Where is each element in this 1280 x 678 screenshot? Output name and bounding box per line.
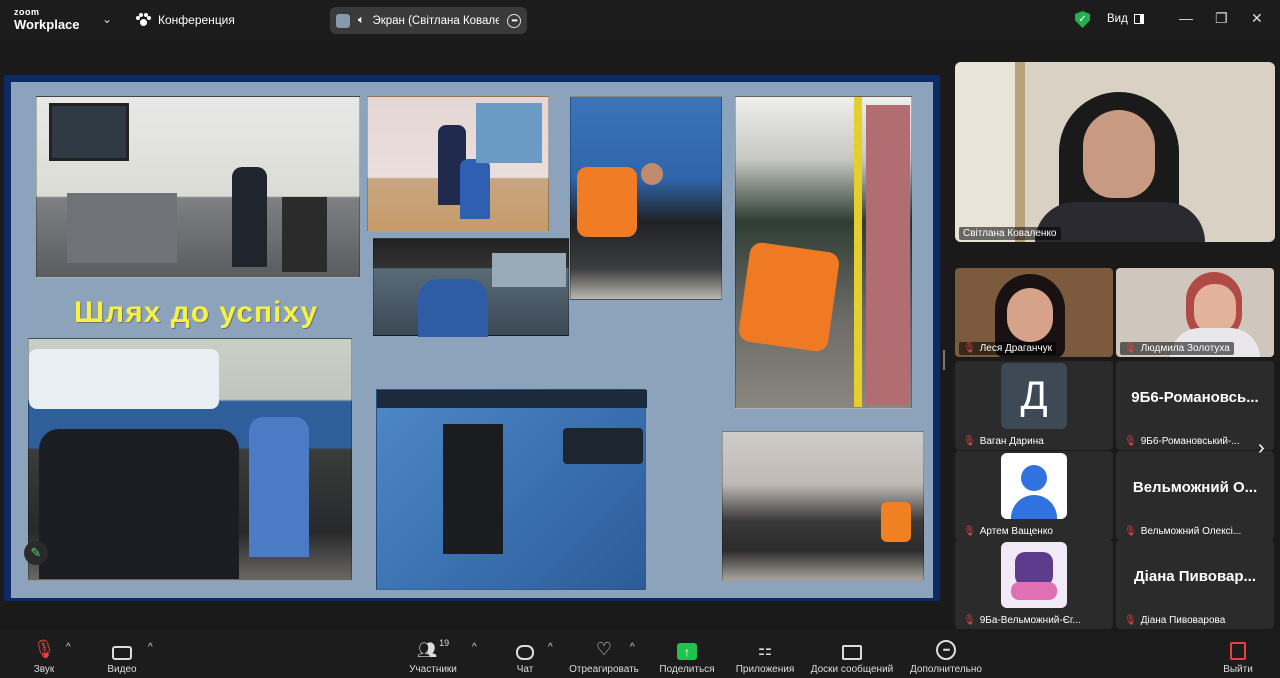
participants-icon: 👥︎ <box>416 642 438 659</box>
mic-muted-icon: 🎙︎ <box>963 436 976 447</box>
panel-resize-handle[interactable] <box>943 350 945 370</box>
leave-door-icon <box>1230 642 1246 660</box>
whiteboard-icon <box>842 645 862 660</box>
photo-worker-coupler <box>735 96 912 409</box>
apps-icon: ⚏ <box>757 642 773 659</box>
mic-muted-icon: 🎙︎ <box>963 526 976 537</box>
participant-tile[interactable]: Діана Пивовар... 🎙︎ Діана Пивоварова <box>1116 540 1274 629</box>
video-button[interactable]: Видео <box>102 638 142 675</box>
photo-undercarriage <box>722 431 924 581</box>
title-bar: zoom Workplace ⌄ Конференция 🔈︎ Экран (С… <box>0 0 1280 40</box>
participants-options-caret[interactable]: ^ <box>472 642 477 653</box>
chevron-down-icon[interactable]: ⌄ <box>102 12 112 26</box>
mic-muted-icon: 🎙︎ <box>963 615 976 626</box>
avatar <box>1001 542 1067 608</box>
speaker-name-tag: Світлана Коваленко <box>959 227 1061 240</box>
photo-classroom <box>367 96 549 232</box>
view-layout-icon <box>1133 14 1144 24</box>
mic-muted-icon: 🎙︎ <box>1124 615 1137 626</box>
react-options-caret[interactable]: ^ <box>630 642 635 653</box>
screen-share-indicator[interactable]: 🔈︎ Экран (Світлана Коваленко) ••• <box>330 7 527 34</box>
close-icon[interactable]: ✕ <box>1251 10 1263 27</box>
photo-locomotive-worker <box>570 96 722 300</box>
audio-button[interactable]: 🎙︎ Звук <box>24 638 64 675</box>
more-button[interactable]: ••• Дополнительно <box>906 638 986 675</box>
more-options-icon: ••• <box>936 640 956 660</box>
video-options-caret[interactable]: ^ <box>148 642 153 653</box>
chat-button[interactable]: Чат <box>508 638 542 675</box>
share-indicator-label: Экран (Світлана Коваленко) <box>372 14 500 27</box>
chat-options-caret[interactable]: ^ <box>548 642 553 653</box>
participant-display-name: Вельможний О... <box>1132 479 1258 496</box>
slide-title: Шлях до успіху <box>74 296 319 329</box>
mic-muted-icon: 🎙︎ <box>32 639 56 659</box>
share-screen-icon: ↑ <box>677 643 697 660</box>
participants-button[interactable]: 👥︎ 19 Участники <box>400 638 466 675</box>
participant-tile[interactable]: 🎙︎ Леся Драганчук <box>955 268 1113 357</box>
participant-tile[interactable]: Вельможний О... 🎙︎ Вельможний Олексі... <box>1116 451 1274 540</box>
mic-muted-icon: 🎙︎ <box>1124 436 1137 447</box>
photo-control-room <box>36 96 360 278</box>
share-screen-button[interactable]: ↑ Поделиться <box>656 638 718 675</box>
participant-tile[interactable]: 9Б6-Романовсь... 🎙︎ 9Б6-Романовський-... <box>1116 361 1274 450</box>
avatar: Д <box>1001 363 1067 429</box>
chat-bubble-icon <box>516 645 534 660</box>
audio-options-caret[interactable]: ^ <box>66 642 71 653</box>
photo-cab-driver <box>373 238 569 337</box>
paw-icon <box>136 13 151 27</box>
meeting-title[interactable]: Конференция <box>136 13 235 27</box>
minimize-icon[interactable]: — <box>1179 10 1193 26</box>
avatar <box>1001 453 1067 519</box>
participant-display-name: 9Б6-Романовсь... <box>1131 389 1259 406</box>
meeting-toolbar: 🎙︎ Звук ^ Видео ^ 👥︎ 19 Участники ^ Чат ^… <box>0 630 1280 678</box>
whiteboards-button[interactable]: Доски сообщений <box>806 638 898 675</box>
more-options-icon[interactable]: ••• <box>507 13 521 28</box>
participant-tile[interactable]: 🎙︎ Людмила Золотуха <box>1116 268 1274 357</box>
video-camera-icon <box>112 646 132 660</box>
photo-locomotive-door <box>376 389 647 590</box>
participant-display-name: Діана Пивовар... <box>1134 568 1256 585</box>
restore-icon[interactable]: ❐ <box>1215 10 1228 27</box>
mic-muted-icon: 🎙︎ <box>1124 526 1137 537</box>
next-page-arrow-icon[interactable]: › <box>1258 437 1265 460</box>
apps-button[interactable]: ⚏ Приложения <box>732 638 798 675</box>
security-shield-icon[interactable]: ✓ <box>1075 11 1090 28</box>
annotate-pen-icon[interactable]: ✎ <box>24 541 48 565</box>
speaker-icon: 🔈︎ <box>357 14 365 26</box>
zoom-logo[interactable]: zoom Workplace <box>14 8 80 32</box>
presenter-avatar-icon <box>336 13 350 28</box>
participant-tile[interactable]: 🎙︎ Артем Ващенко <box>955 451 1113 540</box>
leave-button[interactable]: Выйти <box>1218 638 1258 675</box>
participant-tile[interactable]: 🎙︎ 9Ба-Вельможний-Єг... <box>955 540 1113 629</box>
view-button[interactable]: Вид <box>1107 13 1144 25</box>
presentation-slide: Шлях до успіху <box>11 82 933 598</box>
photo-students-group <box>28 338 352 581</box>
heart-icon: ♡ <box>595 639 613 659</box>
active-speaker-video[interactable]: Світлана Коваленко <box>955 62 1275 242</box>
mic-muted-icon: 🎙︎ <box>963 343 976 354</box>
mic-muted-icon: 🎙︎ <box>1124 343 1137 354</box>
participant-tile[interactable]: Д 🎙︎ Ваган Дарина <box>955 361 1113 450</box>
